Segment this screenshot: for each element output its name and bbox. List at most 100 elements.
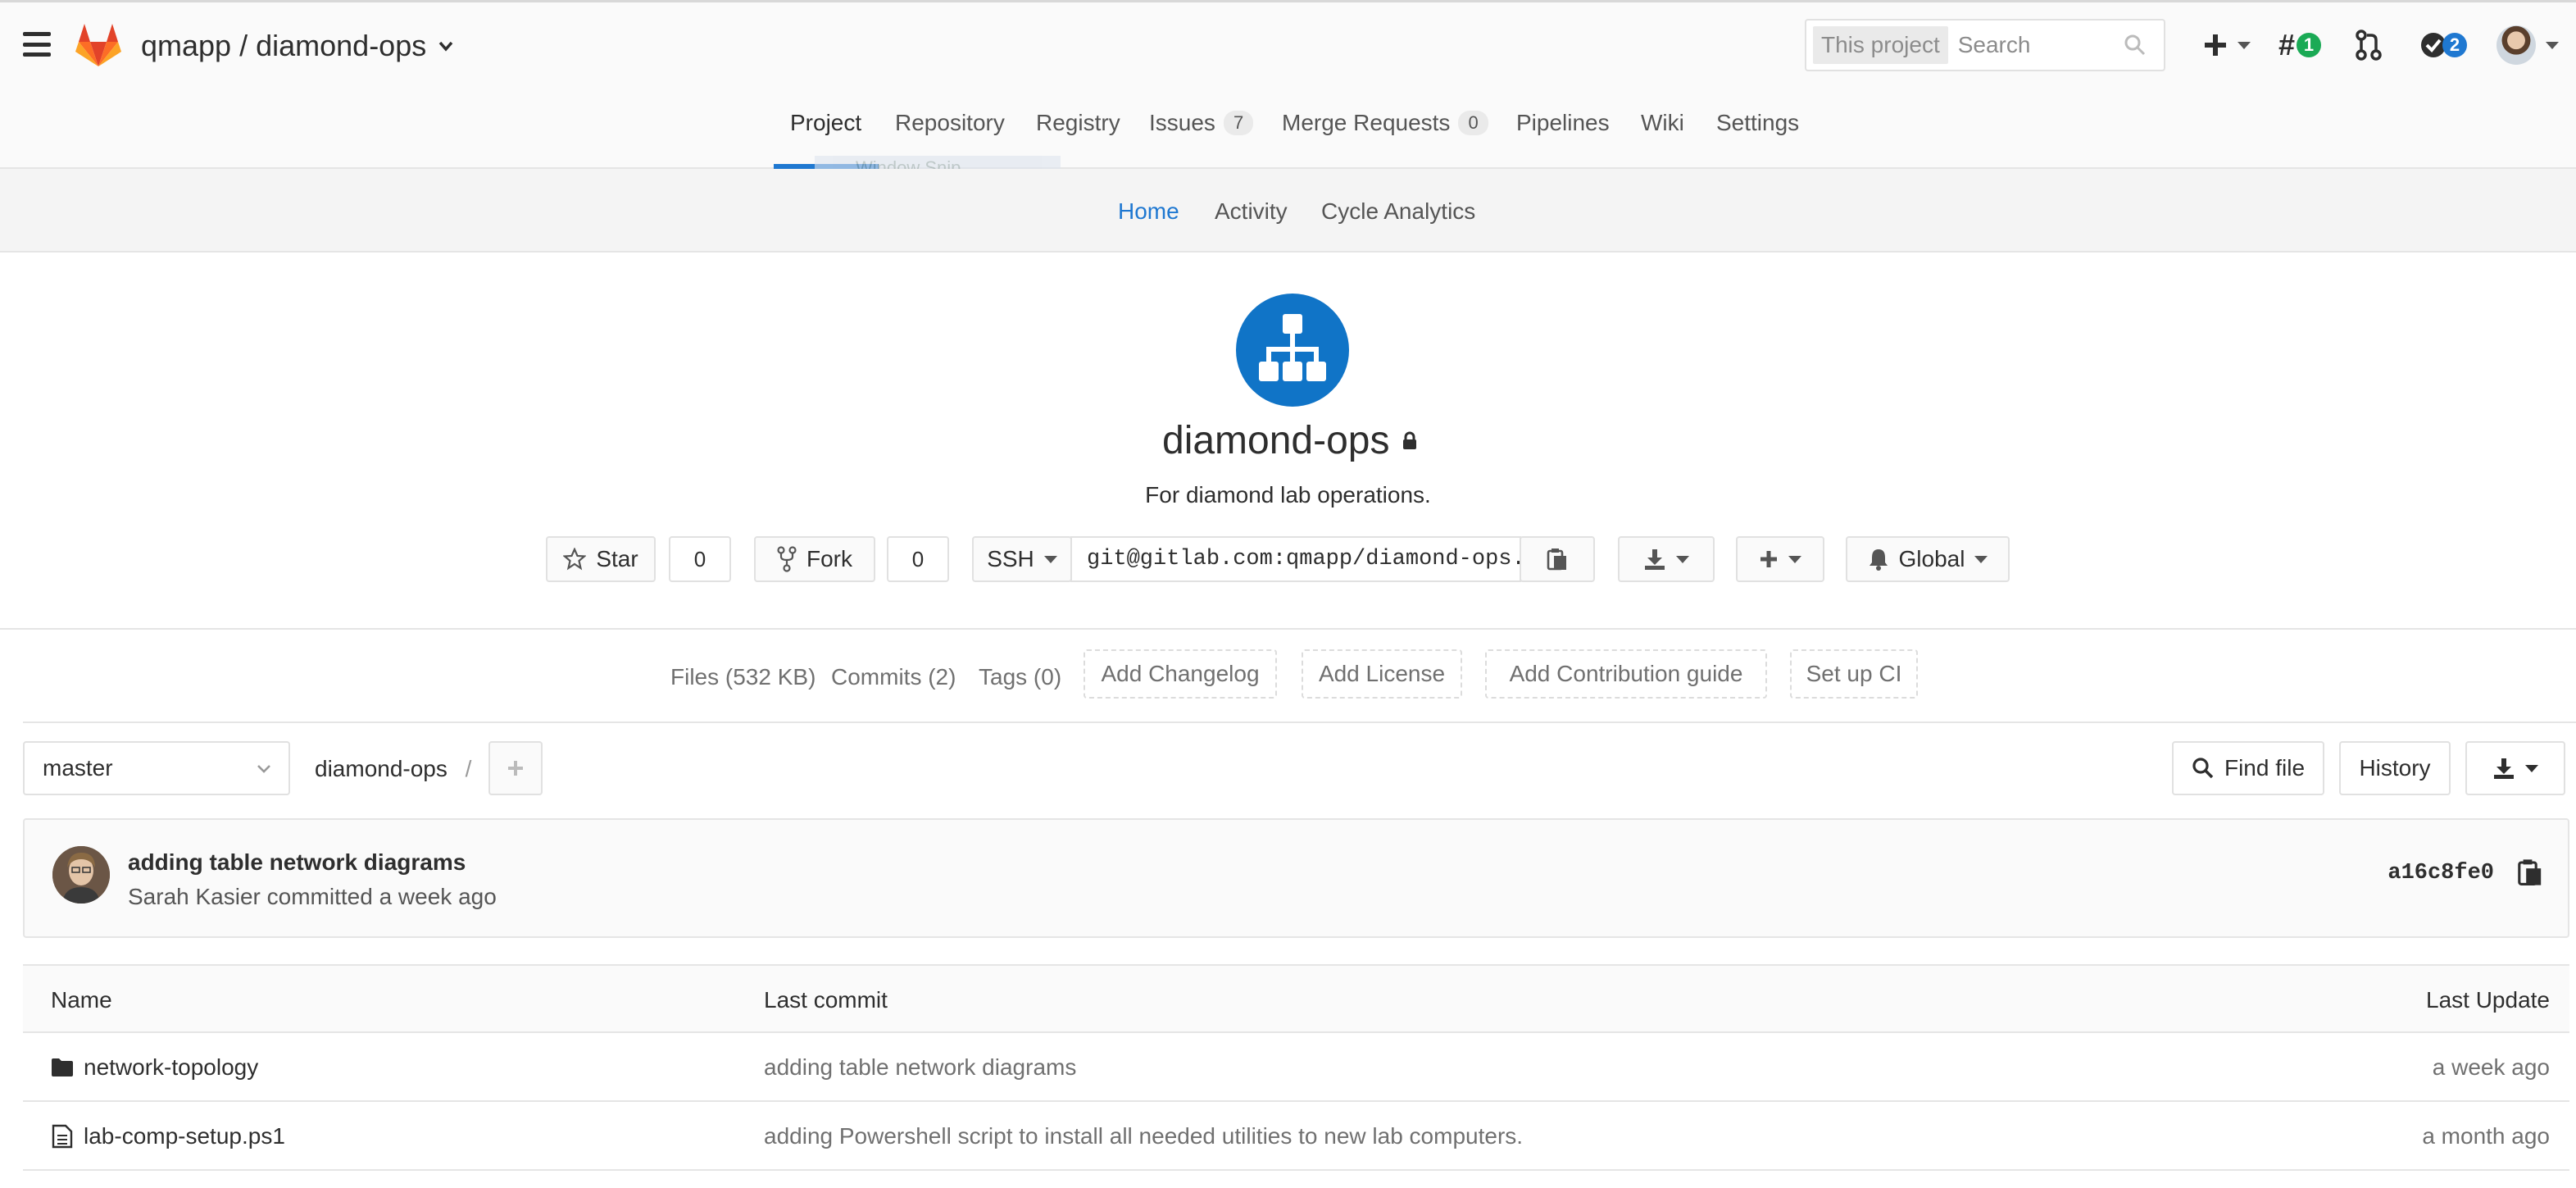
tab-pipelines[interactable]: Pipelines xyxy=(1516,110,1610,136)
caret-down-icon xyxy=(1043,555,1057,563)
tab-settings[interactable]: Settings xyxy=(1716,110,1799,136)
commit-title-link[interactable]: adding table network diagrams xyxy=(128,849,466,876)
merge-request-icon xyxy=(2356,30,2382,61)
commit-sha-link[interactable]: a16c8fe0 xyxy=(2387,861,2494,885)
star-count[interactable]: 0 xyxy=(669,536,731,582)
merge-requests-shortcut[interactable] xyxy=(2354,27,2383,63)
file-tree-table: Name Last commit Last Update network-top… xyxy=(23,964,2569,1171)
tab-wiki[interactable]: Wiki xyxy=(1641,110,1684,136)
column-header-last-update: Last Update xyxy=(2426,987,2550,1013)
fork-label: Fork xyxy=(806,546,852,571)
add-contribution-guide-button[interactable]: Add Contribution guide xyxy=(1485,649,1767,699)
hash-icon: # xyxy=(2278,28,2296,61)
row-commit-message-link[interactable]: adding Powershell script to install all … xyxy=(764,1123,1523,1149)
sitemap-icon xyxy=(1259,314,1326,381)
add-to-tree-button[interactable] xyxy=(488,741,543,795)
path-breadcrumb[interactable]: diamond-ops / xyxy=(315,756,471,782)
breadcrumb-separator: / xyxy=(239,29,248,62)
chevron-down-icon xyxy=(257,765,270,773)
clone-url-field[interactable]: git@gitlab.com:qmapp/diamond-ops.git xyxy=(1070,536,1521,582)
notification-label: Global xyxy=(1898,546,1965,571)
search-box[interactable]: This project Search xyxy=(1805,19,2165,71)
group-link[interactable]: qmapp xyxy=(141,29,231,63)
issues-shortcut[interactable]: # 1 xyxy=(2278,27,2322,63)
column-header-last-commit: Last commit xyxy=(764,987,888,1013)
author-portrait-icon xyxy=(52,846,110,904)
clone-protocol-dropdown[interactable]: SSH xyxy=(972,536,1072,582)
row-commit-message-link[interactable]: adding table network diagrams xyxy=(764,1054,1076,1081)
sub-nav: Home Activity Cycle Analytics xyxy=(0,169,2576,253)
divider xyxy=(0,628,2576,630)
commit-time: committed a week ago xyxy=(266,884,497,909)
tab-label: Pipelines xyxy=(1516,110,1610,135)
add-license-button[interactable]: Add License xyxy=(1302,649,1462,699)
project-link[interactable]: diamond-ops xyxy=(256,29,426,63)
table-header-row: Name Last commit Last Update xyxy=(23,964,2569,1033)
commit-author-link[interactable]: Sarah Kasier xyxy=(128,884,261,909)
file-name-cell: network-topology xyxy=(51,1054,258,1081)
files-stat-link[interactable]: Files (532 KB) xyxy=(670,664,816,690)
project-nav: Project Repository Registry Issues 7 Merg… xyxy=(0,85,2576,180)
star-button[interactable]: Star xyxy=(546,536,656,582)
hamburger-icon[interactable] xyxy=(23,32,51,57)
add-new-dropdown[interactable] xyxy=(1736,536,1824,582)
folder-icon xyxy=(52,1058,73,1076)
user-menu[interactable] xyxy=(2496,25,2559,65)
issues-count-badge: 7 xyxy=(1223,111,1254,135)
subtab-home[interactable]: Home xyxy=(1118,198,1179,225)
new-item-dropdown[interactable] xyxy=(2203,27,2251,63)
subtab-activity[interactable]: Activity xyxy=(1215,198,1288,225)
table-row[interactable]: network-topology adding table network di… xyxy=(23,1033,2569,1102)
breadcrumb-separator: / xyxy=(465,756,472,781)
clipboard-icon[interactable] xyxy=(2515,858,2545,887)
breadcrumb-root[interactable]: diamond-ops xyxy=(315,756,448,781)
todos-shortcut[interactable]: 2 xyxy=(2419,27,2467,63)
file-name-cell: lab-comp-setup.ps1 xyxy=(51,1123,285,1149)
history-button[interactable]: History xyxy=(2339,741,2451,795)
column-header-name: Name xyxy=(51,987,112,1013)
commit-author-avatar[interactable] xyxy=(52,846,110,904)
download-dropdown[interactable] xyxy=(1618,536,1715,582)
tab-label: Settings xyxy=(1716,110,1800,135)
issues-badge: 1 xyxy=(2297,33,2322,57)
clipboard-icon xyxy=(1547,548,1566,571)
search-icon xyxy=(2192,758,2214,779)
project-description: For diamond lab operations. xyxy=(1145,482,1431,508)
file-name-link[interactable]: lab-comp-setup.ps1 xyxy=(84,1123,285,1149)
add-changelog-button[interactable]: Add Changelog xyxy=(1084,649,1277,699)
download-archive-dropdown[interactable] xyxy=(2465,741,2565,795)
chevron-down-icon[interactable] xyxy=(434,34,457,57)
tab-issues[interactable]: Issues 7 xyxy=(1149,110,1254,136)
find-file-label: Find file xyxy=(2224,755,2306,781)
mr-count-badge: 0 xyxy=(1458,111,1488,135)
project-breadcrumb[interactable]: qmapp / diamond-ops xyxy=(141,29,457,63)
search-icon xyxy=(2124,34,2146,56)
table-row[interactable]: lab-comp-setup.ps1 adding Powershell scr… xyxy=(23,1102,2569,1171)
fork-button[interactable]: Fork xyxy=(754,536,875,582)
tab-project[interactable]: Project xyxy=(790,110,861,136)
caret-down-icon xyxy=(1788,555,1801,563)
tab-repository[interactable]: Repository xyxy=(895,110,1005,136)
user-avatar[interactable] xyxy=(2496,25,2536,65)
commits-stat-link[interactable]: Commits (2) xyxy=(831,664,956,690)
copy-url-button[interactable] xyxy=(1520,536,1595,582)
subtab-cycle-analytics[interactable]: Cycle Analytics xyxy=(1321,198,1475,225)
notification-dropdown[interactable]: Global xyxy=(1846,536,2010,582)
tags-stat-link[interactable]: Tags (0) xyxy=(979,664,1061,690)
find-file-button[interactable]: Find file xyxy=(2172,741,2324,795)
gitlab-logo[interactable] xyxy=(74,20,123,68)
clone-protocol-label: SSH xyxy=(987,546,1034,571)
fork-count[interactable]: 0 xyxy=(887,536,949,582)
branch-selector[interactable]: master xyxy=(23,741,290,795)
search-scope-chip[interactable]: This project xyxy=(1813,26,1948,64)
download-icon xyxy=(1645,549,1665,570)
search-input[interactable]: Search xyxy=(1958,32,2123,58)
tab-label: Repository xyxy=(895,110,1005,135)
row-updated: a month ago xyxy=(2422,1123,2550,1149)
file-name-link[interactable]: network-topology xyxy=(84,1054,258,1081)
caret-down-icon xyxy=(1676,555,1689,563)
tab-merge-requests[interactable]: Merge Requests 0 xyxy=(1282,110,1488,136)
tab-registry[interactable]: Registry xyxy=(1036,110,1120,136)
setup-ci-button[interactable]: Set up CI xyxy=(1790,649,1918,699)
fork-icon xyxy=(777,546,797,572)
